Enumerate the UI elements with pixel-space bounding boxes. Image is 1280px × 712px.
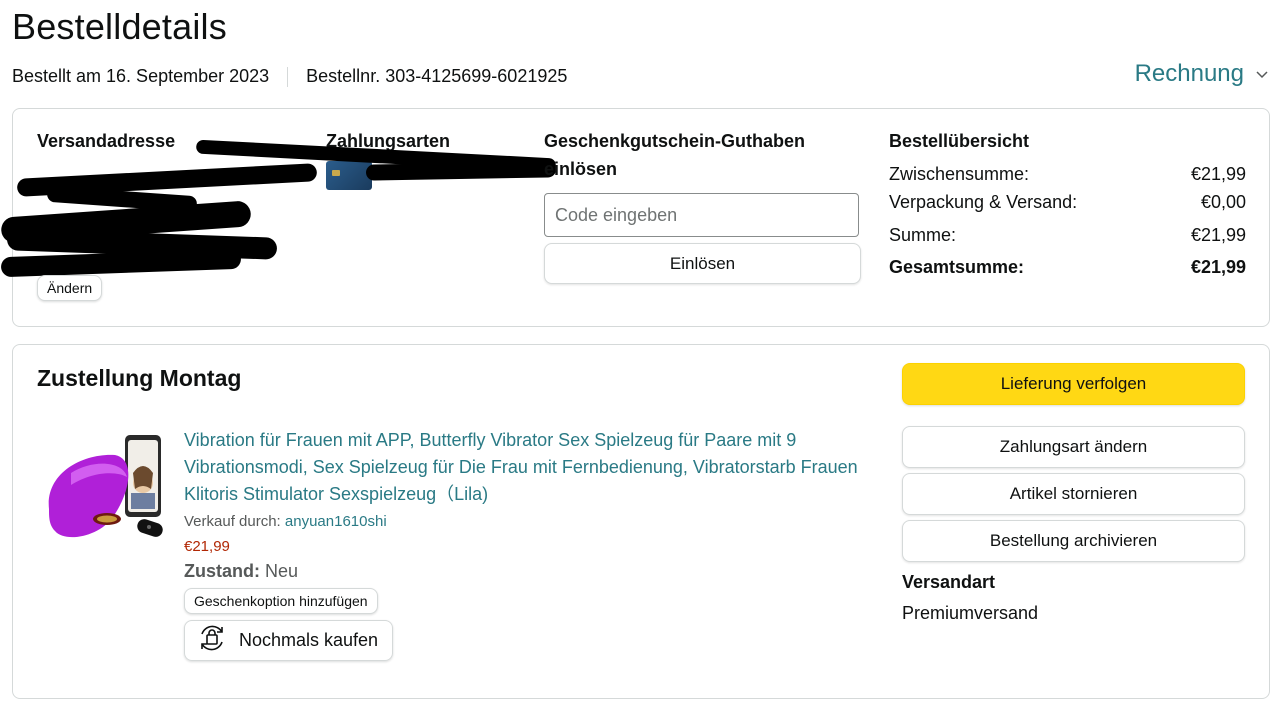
shipment-actions: Lieferung verfolgen Zahlungsart ändern A… — [902, 363, 1245, 624]
cancel-items-button[interactable]: Artikel stornieren — [902, 473, 1245, 515]
summary-total-row: Gesamtsumme: €21,99 — [889, 253, 1246, 281]
page-title: Bestelldetails — [12, 6, 227, 47]
summary-label: Verpackung & Versand: — [889, 192, 1078, 212]
redeem-button[interactable]: Einlösen — [544, 243, 861, 284]
shipment-card: Zustellung Montag Vibration für Frauen m… — [12, 344, 1270, 699]
order-number: Bestellnr. 303-4125699-6021925 — [306, 66, 568, 86]
summary-value: €0,00 — [1200, 192, 1246, 212]
condition-label: Zustand: — [184, 561, 260, 581]
shipping-type-label: Versandart — [902, 572, 996, 592]
summary-row: Verpackung & Versand: €0,00 — [889, 188, 1246, 216]
summary-value: €21,99 — [1190, 164, 1246, 184]
total-label: Gesamtsumme: — [889, 257, 1025, 277]
product-title-link[interactable]: Vibration für Frauen mit APP, Butterfly … — [184, 427, 874, 508]
total-value: €21,99 — [1190, 257, 1246, 277]
product-condition: Zustand: Neu — [184, 561, 874, 582]
change-address-button[interactable]: Ändern — [37, 275, 103, 301]
summary-label: Summe: — [889, 225, 957, 245]
order-date: Bestellt am 16. September 2023 — [12, 66, 270, 86]
product-image[interactable] — [43, 433, 167, 551]
product-price: €21,99 — [184, 538, 230, 555]
chevron-down-icon — [1256, 66, 1268, 82]
payment-section: Zahlungsarten — [195, 127, 557, 190]
add-gift-option-button[interactable]: Geschenkoption hinzufügen — [184, 588, 378, 614]
divider — [287, 66, 289, 87]
order-meta: Bestellt am 16. September 2023 Bestellnr… — [12, 66, 567, 87]
archive-order-button[interactable]: Bestellung archivieren — [902, 520, 1245, 562]
seller-link[interactable]: anyuan1610shi — [285, 513, 387, 530]
track-package-button[interactable]: Lieferung verfolgen — [902, 363, 1245, 405]
summary-row: Zwischensumme: €21,99 — [889, 160, 1246, 188]
buy-again-label: Nochmals kaufen — [239, 630, 379, 650]
gift-card-section: Geschenkgutschein-Guthaben einlösen Einl… — [544, 127, 862, 284]
seller-prefix: Verkauf durch: — [184, 513, 285, 530]
product-info: Vibration für Frauen mit APP, Butterfly … — [184, 427, 874, 661]
change-payment-button[interactable]: Zahlungsart ändern — [902, 426, 1245, 468]
summary-row: Summe: €21,99 — [889, 221, 1246, 249]
delivery-title: Zustellung Montag — [37, 365, 242, 391]
order-summary-section: Bestellübersicht Zwischensumme: €21,99 V… — [889, 127, 1246, 281]
condition-value: Neu — [265, 561, 299, 581]
buy-again-icon — [195, 621, 229, 660]
credit-card-icon — [326, 161, 372, 190]
invoice-dropdown[interactable]: Rechnung — [1135, 60, 1268, 88]
gift-code-input[interactable] — [544, 193, 859, 237]
payment-redacted — [365, 161, 557, 181]
seller-line: Verkauf durch: anyuan1610shi — [184, 513, 874, 530]
gift-card-heading: Geschenkgutschein-Guthaben einlösen — [544, 131, 806, 179]
shipping-type-value: Premiumversand — [902, 603, 1039, 623]
buy-again-button[interactable]: Nochmals kaufen — [184, 620, 394, 661]
summary-label: Zwischensumme: — [889, 164, 1030, 184]
shipping-address-redacted — [0, 163, 318, 278]
order-info-card: Versandadresse Ändern Zahlungsarten Gesc… — [0, 108, 1270, 327]
order-summary-heading: Bestellübersicht — [889, 131, 1030, 151]
invoice-label: Rechnung — [1134, 60, 1244, 87]
summary-value: €21,99 — [1190, 225, 1246, 245]
